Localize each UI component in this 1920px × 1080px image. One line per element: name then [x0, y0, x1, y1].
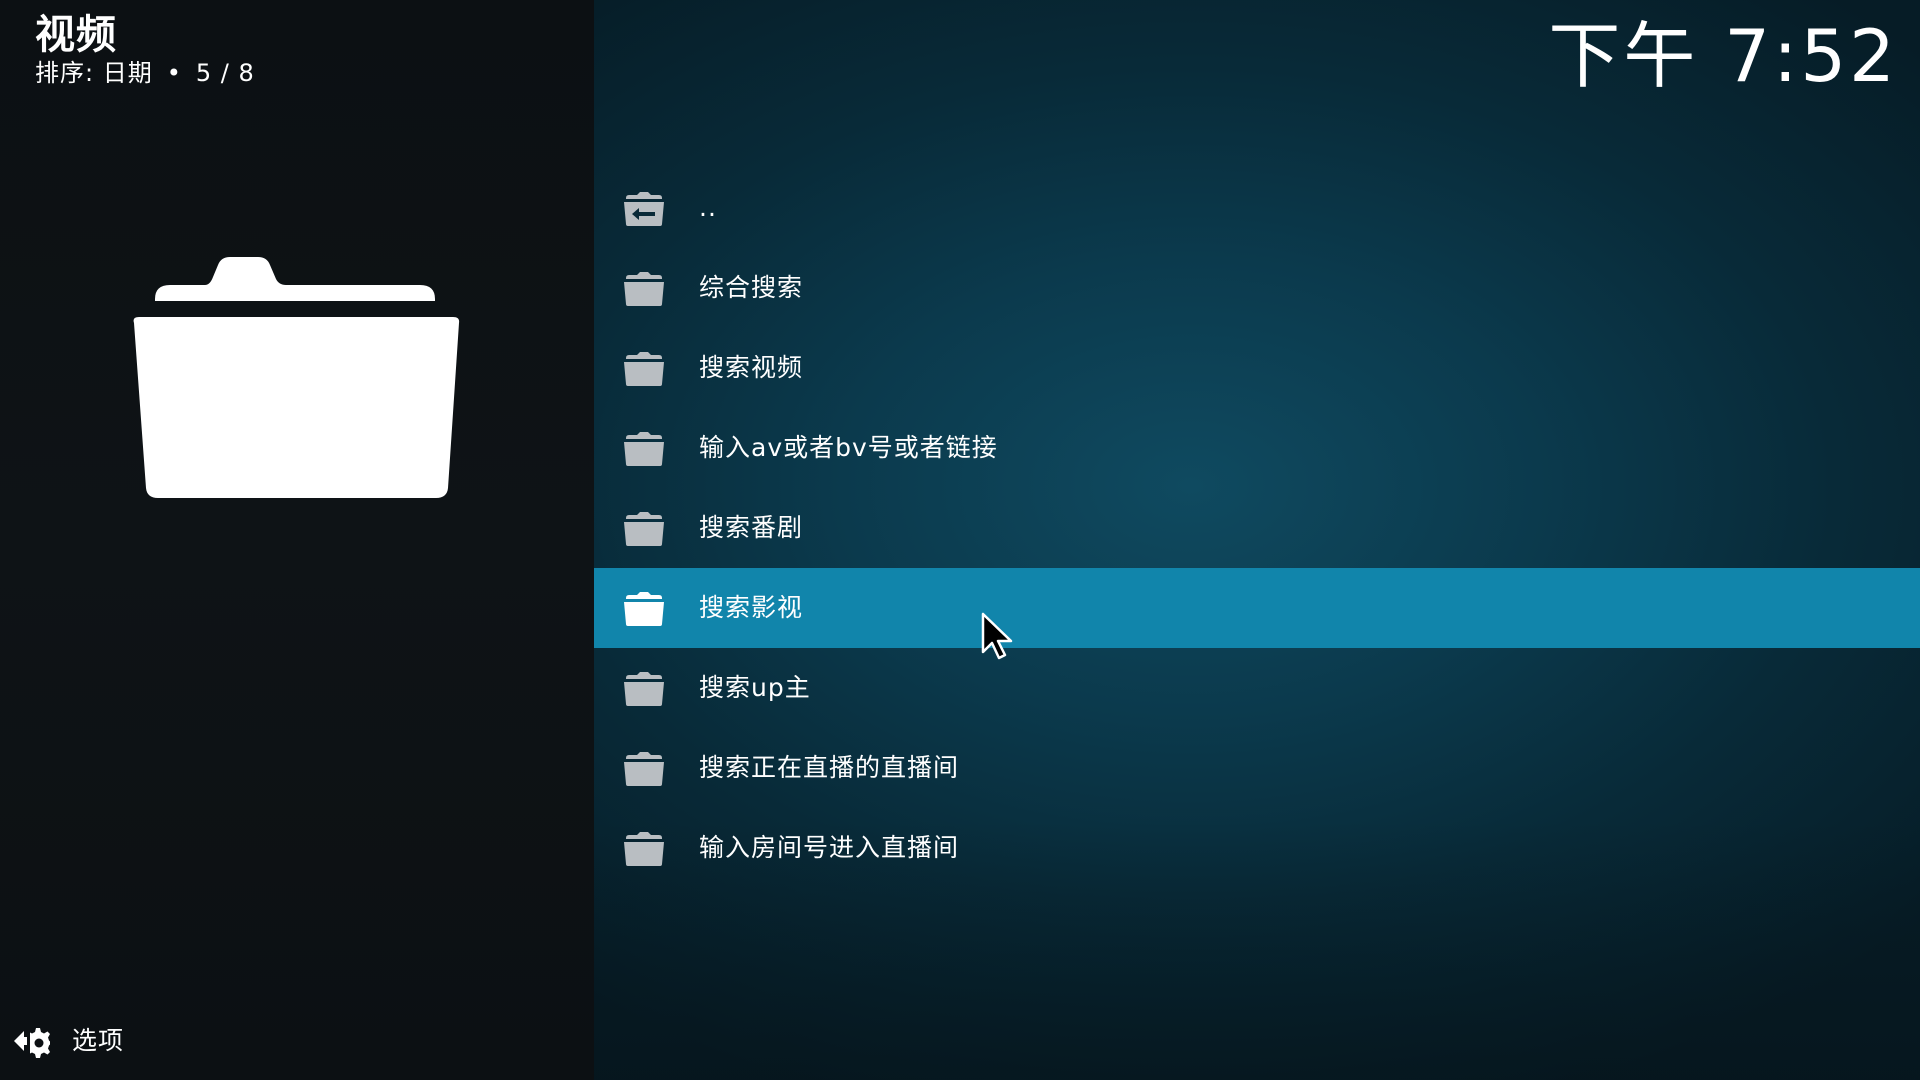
options-button[interactable]: 选项: [12, 1022, 124, 1060]
list-item-label: 输入房间号进入直播间: [699, 833, 960, 862]
mouse-pointer-icon: [981, 612, 1013, 660]
folder-back-icon: [624, 192, 664, 226]
list-item-label: 搜索番剧: [699, 513, 804, 542]
list-item[interactable]: 搜索正在直播的直播间: [594, 728, 1920, 808]
folder-icon: [624, 512, 664, 546]
page-title: 视频: [35, 12, 117, 58]
list-item[interactable]: 输入av或者bv号或者链接: [594, 408, 1920, 488]
list-item-parent[interactable]: ..: [594, 168, 1920, 248]
list-item-label: 搜索影视: [699, 593, 804, 622]
clock: 下午 7:52: [1548, 14, 1898, 98]
folder-icon: [624, 752, 664, 786]
folder-icon: [624, 272, 664, 306]
folder-icon: [624, 592, 664, 626]
folder-icon: [624, 352, 664, 386]
gear-arrow-icon: [14, 1028, 50, 1058]
list-item-label: 搜索正在直播的直播间: [699, 753, 960, 782]
list-item[interactable]: 搜索番剧: [594, 488, 1920, 568]
separator-dot: •: [166, 59, 182, 87]
folder-open-icon: [133, 257, 460, 498]
list-item-label: 综合搜索: [699, 273, 804, 302]
left-panel: [0, 0, 594, 1080]
list-item[interactable]: 搜索视频: [594, 328, 1920, 408]
sort-label: 排序: 日期: [35, 59, 153, 87]
header: 视频 排序: 日期 • 5 / 8: [35, 12, 255, 88]
kodi-window: 视频 排序: 日期 • 5 / 8 下午 7:52 .. 综合搜索 搜索视频 输…: [0, 0, 1920, 1080]
list-item-label: 搜索视频: [699, 353, 804, 382]
list-item[interactable]: 综合搜索: [594, 248, 1920, 328]
list-item-selected[interactable]: 搜索影视: [594, 568, 1920, 648]
folder-icon: [624, 672, 664, 706]
item-position: 5 / 8: [195, 59, 255, 87]
list-item-label: ..: [699, 193, 717, 222]
folder-icon: [624, 432, 664, 466]
file-list: .. 综合搜索 搜索视频 输入av或者bv号或者链接 搜索番剧 搜索影视 搜索u…: [594, 168, 1920, 888]
options-label: 选项: [72, 1026, 125, 1055]
list-item[interactable]: 输入房间号进入直播间: [594, 808, 1920, 888]
folder-icon: [624, 832, 664, 866]
list-item[interactable]: 搜索up主: [594, 648, 1920, 728]
list-item-label: 输入av或者bv号或者链接: [699, 433, 998, 462]
list-item-label: 搜索up主: [699, 673, 811, 702]
sort-info: 排序: 日期 • 5 / 8: [35, 58, 255, 88]
